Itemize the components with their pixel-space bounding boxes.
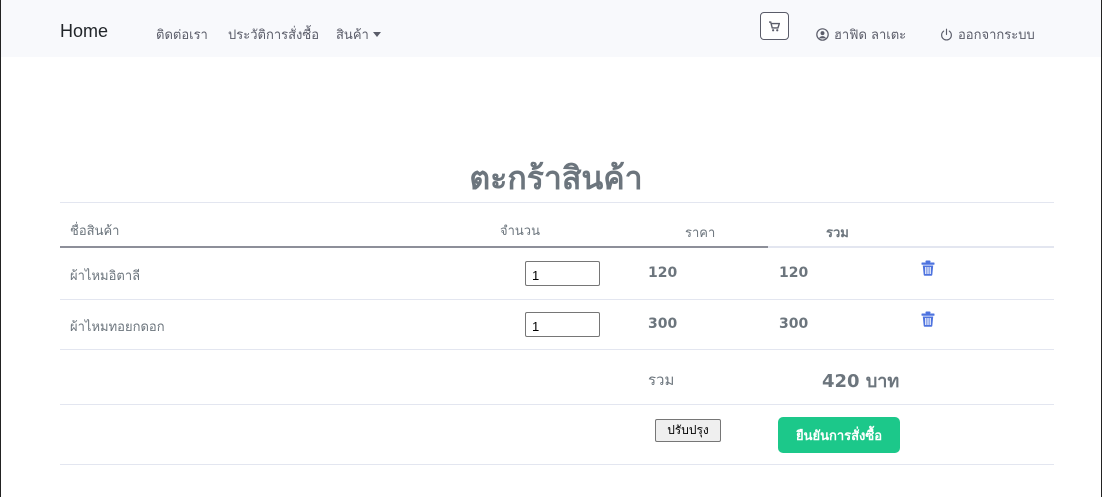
summary-total: 420 บาท: [822, 371, 900, 392]
column-header-total: รวม: [826, 226, 849, 241]
page-title: ตะกร้าสินค้า: [469, 159, 643, 197]
product-price: 120: [648, 265, 678, 281]
logout-link[interactable]: ออกจากระบบ: [940, 24, 1035, 45]
user-name: ฮาฟิด ลาเตะ: [834, 28, 907, 43]
table-header-underline: [60, 246, 768, 248]
nav-link-contact[interactable]: ติดต่อเรา: [156, 24, 208, 45]
logout-label: ออกจากระบบ: [958, 28, 1035, 43]
quantity-input[interactable]: [525, 261, 600, 286]
table-top-divider: [60, 202, 1054, 203]
product-total: 300: [779, 316, 809, 332]
confirm-order-button[interactable]: ยืนยันการสั่งซื้อ: [778, 417, 900, 453]
cart-icon: [769, 20, 780, 31]
product-total: 120: [779, 265, 809, 281]
cart-button[interactable]: [760, 12, 789, 40]
user-circle-icon: [816, 28, 829, 41]
product-name: ผ้าไหมอิตาลี: [70, 269, 141, 284]
table-bottom-divider: [60, 464, 1054, 465]
quantity-input[interactable]: [525, 312, 600, 337]
trash-icon[interactable]: [921, 311, 935, 327]
row-divider: [60, 349, 1054, 350]
user-profile-link[interactable]: ฮาฟิด ลาเตะ: [816, 24, 906, 45]
trash-icon[interactable]: [921, 260, 935, 276]
navbar: Home ติดต่อเรา ประวัติการสั่งซื้อ สินค้า…: [1, 0, 1101, 57]
update-cart-button[interactable]: ปรับปรุง: [655, 419, 721, 442]
nav-link-order-history[interactable]: ประวัติการสั่งซื้อ: [228, 24, 319, 45]
nav-brand-home[interactable]: Home: [60, 21, 108, 42]
row-divider: [60, 299, 1054, 300]
column-header-name: ชื่อสินค้า: [70, 224, 120, 239]
table-header-underline-light: [768, 246, 1054, 248]
column-header-qty: จำนวน: [500, 224, 540, 239]
power-icon: [941, 28, 952, 41]
nav-dropdown-products[interactable]: สินค้า: [336, 24, 381, 45]
chevron-down-icon: [372, 32, 381, 37]
column-header-price: ราคา: [685, 226, 716, 241]
summary-label: รวม: [648, 371, 675, 389]
nav-dropdown-products-label: สินค้า: [336, 28, 369, 43]
row-divider: [60, 404, 1054, 405]
product-price: 300: [648, 316, 678, 332]
product-name: ผ้าไหมทอยกดอก: [70, 320, 165, 335]
window-border-left: [0, 0, 1, 497]
